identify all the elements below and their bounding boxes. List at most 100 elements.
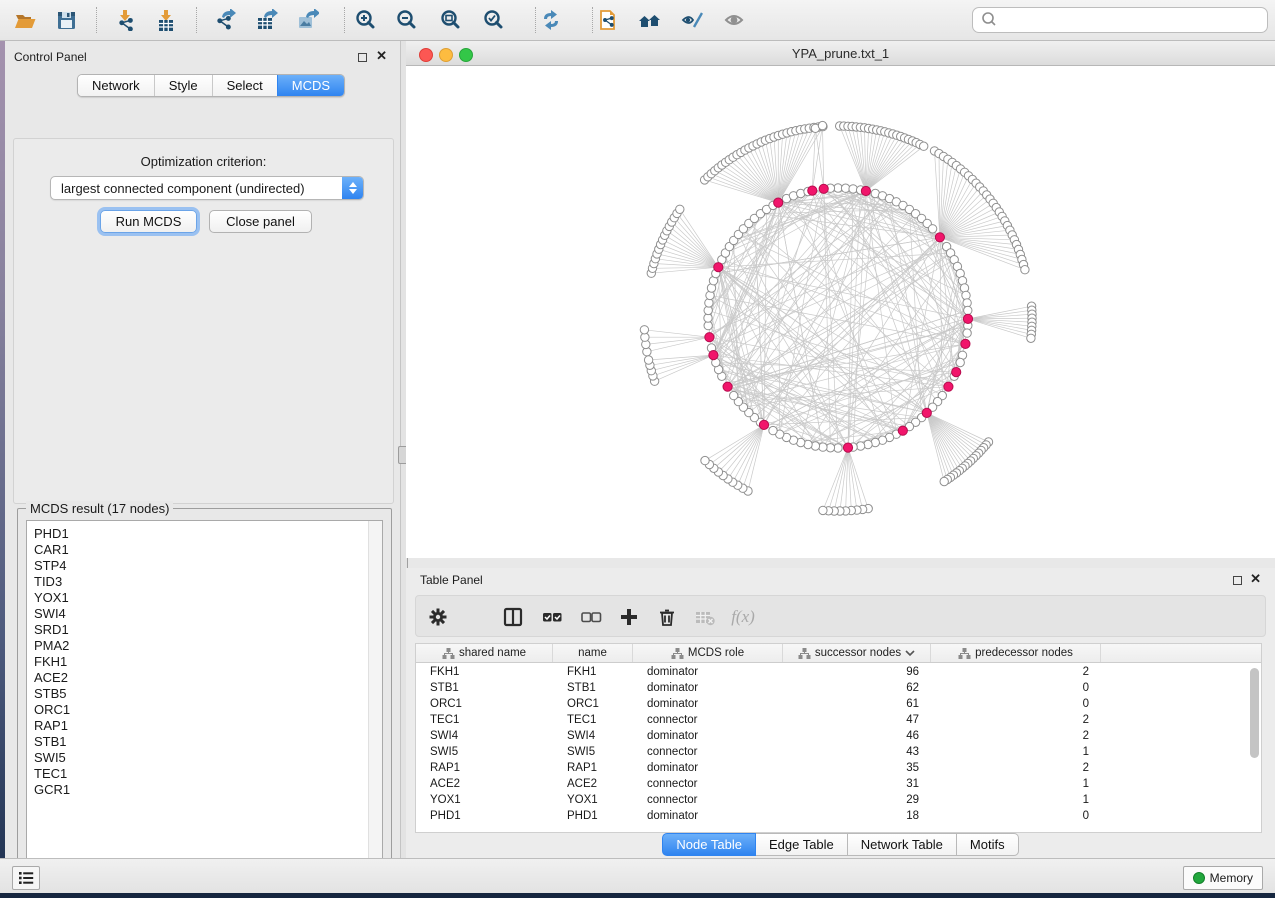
mcds-node-item[interactable]: ACE2 bbox=[27, 670, 382, 686]
mcds-node-item[interactable]: STB1 bbox=[27, 734, 382, 750]
column-header[interactable]: name bbox=[553, 644, 633, 662]
mcds-node-item[interactable]: STP4 bbox=[27, 558, 382, 574]
tab-motifs[interactable]: Motifs bbox=[957, 833, 1019, 856]
mcds-node-item[interactable]: PHD1 bbox=[27, 526, 382, 542]
network-graph[interactable] bbox=[406, 66, 1275, 558]
mcds-node[interactable] bbox=[819, 184, 828, 193]
column-selector-button[interactable] bbox=[498, 603, 528, 631]
tab-network[interactable]: Network bbox=[78, 75, 154, 96]
mcds-node-item[interactable]: TEC1 bbox=[27, 766, 382, 782]
mcds-node[interactable] bbox=[709, 351, 718, 360]
zoom-in-button[interactable] bbox=[350, 6, 380, 34]
mcds-node[interactable] bbox=[963, 314, 972, 323]
column-header[interactable]: predecessor nodes bbox=[931, 644, 1101, 662]
delete-table-disabled-button[interactable] bbox=[690, 603, 720, 631]
export-image-button[interactable] bbox=[293, 6, 323, 34]
zoom-out-button[interactable] bbox=[391, 6, 421, 34]
run-mcds-button[interactable]: Run MCDS bbox=[100, 210, 197, 233]
mcds-node[interactable] bbox=[714, 263, 723, 272]
mcds-node[interactable] bbox=[861, 186, 870, 195]
first-neighbors-button[interactable] bbox=[634, 6, 664, 34]
tab-style[interactable]: Style bbox=[154, 75, 212, 96]
mcds-node[interactable] bbox=[935, 233, 944, 242]
table-row[interactable]: SWI5SWI5connector431 bbox=[416, 744, 1261, 760]
column-header[interactable]: MCDS role bbox=[633, 644, 783, 662]
select-all-checked-button[interactable] bbox=[537, 603, 567, 631]
table-row[interactable]: TEC1TEC1connector472 bbox=[416, 712, 1261, 728]
mcds-node[interactable] bbox=[843, 443, 852, 452]
close-panel-icon[interactable]: ✕ bbox=[376, 51, 387, 60]
table-row[interactable]: YOX1YOX1connector291 bbox=[416, 792, 1261, 808]
search-input[interactable] bbox=[972, 7, 1268, 33]
task-history-button[interactable] bbox=[12, 866, 40, 890]
mcds-node-item[interactable]: PMA2 bbox=[27, 638, 382, 654]
network-canvas[interactable] bbox=[406, 66, 1275, 558]
network-titlebar: YPA_prune.txt_1 bbox=[406, 41, 1275, 66]
mcds-node-item[interactable]: SRD1 bbox=[27, 622, 382, 638]
optimization-criterion-select[interactable]: largest connected component (undirected) bbox=[50, 176, 364, 200]
zoom-fit-button[interactable] bbox=[435, 6, 465, 34]
float-table-panel-icon[interactable] bbox=[1233, 574, 1242, 588]
mcds-node-item[interactable]: STB5 bbox=[27, 686, 382, 702]
save-session-button[interactable] bbox=[51, 6, 81, 34]
mcds-node[interactable] bbox=[723, 382, 732, 391]
export-table-button[interactable] bbox=[252, 6, 282, 34]
zoom-selected-button[interactable] bbox=[478, 6, 508, 34]
first-neighbors-icon bbox=[638, 9, 660, 31]
mcds-node[interactable] bbox=[774, 198, 783, 207]
tab-network-table[interactable]: Network Table bbox=[848, 833, 957, 856]
mcds-node[interactable] bbox=[944, 382, 953, 391]
close-table-panel-icon[interactable]: ✕ bbox=[1250, 574, 1261, 583]
mcds-list-scrollbar[interactable] bbox=[368, 521, 382, 870]
table-row[interactable]: STB1STB1dominator620 bbox=[416, 680, 1261, 696]
mcds-node[interactable] bbox=[922, 408, 931, 417]
mcds-node-item[interactable]: SWI4 bbox=[27, 606, 382, 622]
table-row[interactable]: FKH1FKH1dominator962 bbox=[416, 664, 1261, 680]
mcds-node-item[interactable]: CAR1 bbox=[27, 542, 382, 558]
tab-edge-table[interactable]: Edge Table bbox=[756, 833, 848, 856]
close-panel-button[interactable]: Close panel bbox=[209, 210, 312, 233]
tab-node-table[interactable]: Node Table bbox=[662, 833, 756, 856]
mcds-node-item[interactable]: SWI5 bbox=[27, 750, 382, 766]
mcds-node-item[interactable]: RAP1 bbox=[27, 718, 382, 734]
column-header[interactable]: successor nodes bbox=[783, 644, 931, 662]
mcds-node[interactable] bbox=[952, 368, 961, 377]
refresh-button[interactable] bbox=[536, 6, 566, 34]
table-row[interactable]: SWI4SWI4dominator462 bbox=[416, 728, 1261, 744]
mcds-node[interactable] bbox=[705, 333, 714, 342]
table-panel: Table Panel ✕ f(x) shared namenameMCDS r… bbox=[406, 568, 1275, 858]
hide-selected-button[interactable] bbox=[677, 6, 707, 34]
mcds-node[interactable] bbox=[898, 426, 907, 435]
column-header[interactable]: shared name bbox=[416, 644, 553, 662]
tab-select[interactable]: Select bbox=[212, 75, 277, 96]
tab-mcds[interactable]: MCDS bbox=[277, 75, 344, 96]
mcds-result-list[interactable]: PHD1CAR1STP4TID3YOX1SWI4SRD1PMA2FKH1ACE2… bbox=[26, 520, 383, 871]
table-row[interactable]: PHD1PHD1dominator180 bbox=[416, 808, 1261, 824]
delete-column-button[interactable] bbox=[652, 603, 682, 631]
mcds-node-item[interactable]: FKH1 bbox=[27, 654, 382, 670]
mcds-node-item[interactable]: GCR1 bbox=[27, 782, 382, 798]
deselect-all-button[interactable] bbox=[576, 603, 606, 631]
mcds-node-item[interactable]: TID3 bbox=[27, 574, 382, 590]
mcds-node[interactable] bbox=[808, 186, 817, 195]
mcds-node-item[interactable]: ORC1 bbox=[27, 702, 382, 718]
table-row[interactable]: ACE2ACE2connector311 bbox=[416, 776, 1261, 792]
add-column-button[interactable] bbox=[614, 603, 644, 631]
node-table[interactable]: shared namenameMCDS rolesuccessor nodesp… bbox=[415, 643, 1262, 833]
import-table-button[interactable] bbox=[151, 6, 181, 34]
float-panel-icon[interactable] bbox=[358, 51, 367, 65]
table-scrollbar-thumb[interactable] bbox=[1250, 668, 1259, 758]
table-row[interactable]: RAP1RAP1dominator352 bbox=[416, 760, 1261, 776]
table-row[interactable]: ORC1ORC1dominator610 bbox=[416, 696, 1261, 712]
import-network-button[interactable] bbox=[110, 6, 140, 34]
function-builder-disabled-button[interactable]: f(x) bbox=[728, 603, 758, 631]
export-network-button[interactable] bbox=[210, 6, 240, 34]
new-network-button[interactable] bbox=[592, 6, 622, 34]
show-all-button[interactable] bbox=[719, 6, 749, 34]
mcds-node[interactable] bbox=[961, 339, 970, 348]
settings-gear-button[interactable] bbox=[423, 603, 453, 631]
mcds-node[interactable] bbox=[759, 420, 768, 429]
mcds-node-item[interactable]: YOX1 bbox=[27, 590, 382, 606]
memory-button[interactable]: Memory bbox=[1183, 866, 1263, 890]
open-session-button[interactable] bbox=[10, 6, 40, 34]
